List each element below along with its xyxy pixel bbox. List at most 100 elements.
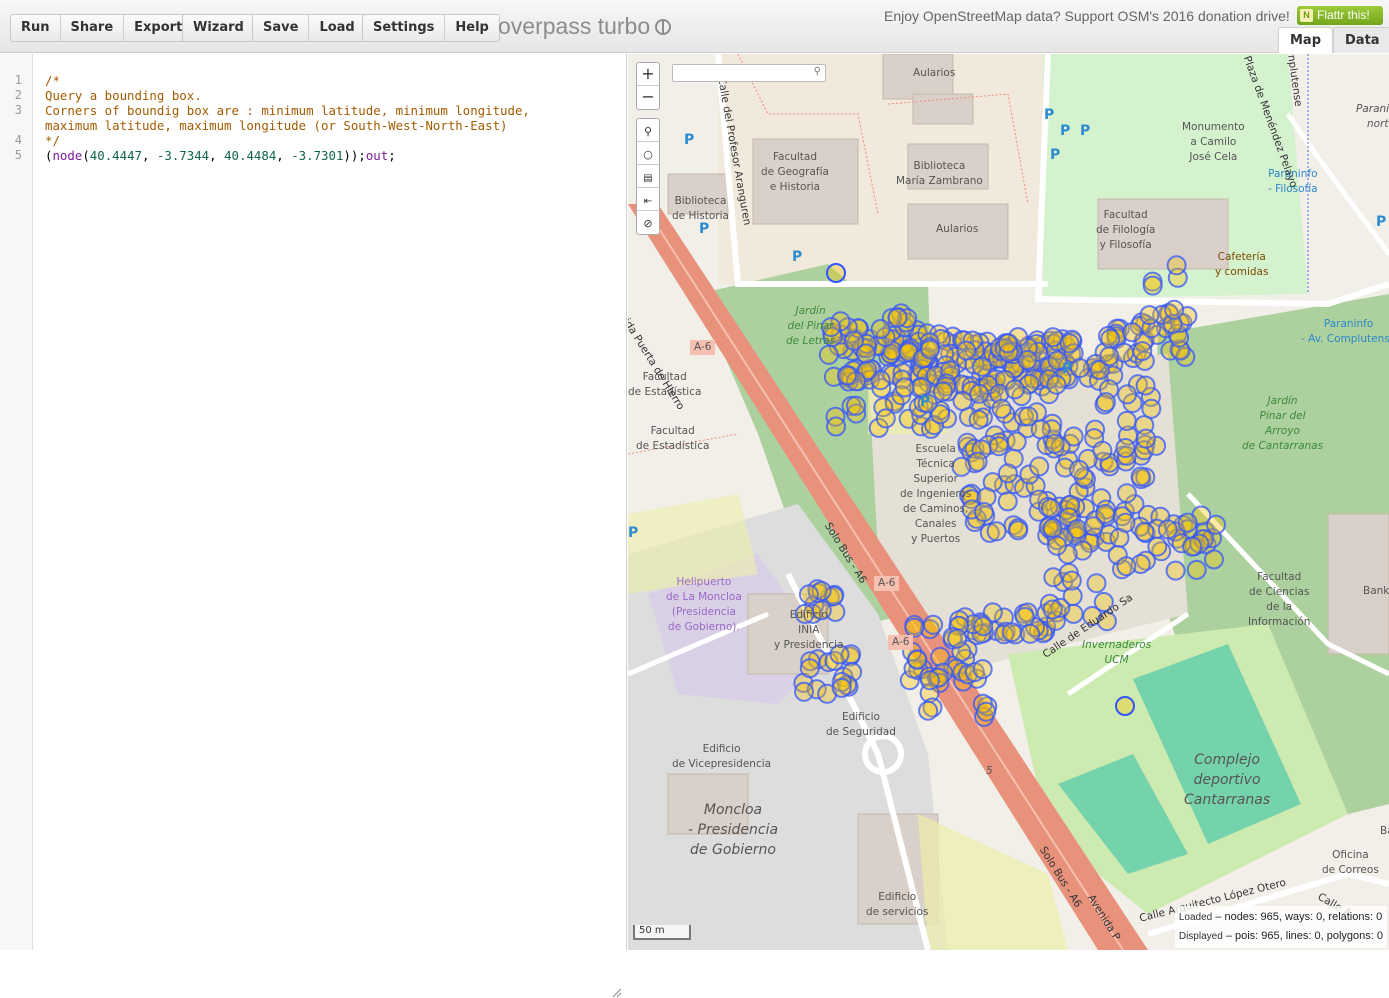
poi-marker[interactable]: [1061, 570, 1082, 591]
locate-button[interactable]: ○: [637, 142, 659, 165]
flattr-button[interactable]: N Flattr this!: [1297, 6, 1383, 25]
poi-marker[interactable]: [826, 263, 846, 283]
poi-marker[interactable]: [1059, 333, 1080, 354]
poi-marker[interactable]: [1122, 322, 1143, 343]
poi-marker[interactable]: [1182, 536, 1203, 557]
poi-marker[interactable]: [920, 339, 941, 360]
poi-marker[interactable]: [1165, 560, 1186, 581]
poi-marker[interactable]: [986, 521, 1007, 542]
poi-marker[interactable]: [972, 659, 993, 680]
clear-button[interactable]: ⊘: [637, 211, 659, 234]
poi-marker[interactable]: [1042, 599, 1063, 620]
poi-marker[interactable]: [855, 343, 876, 364]
poi-marker[interactable]: [991, 398, 1012, 419]
poi-marker[interactable]: [923, 614, 944, 635]
poi-marker[interactable]: [794, 681, 814, 702]
poi-marker[interactable]: [1115, 696, 1135, 716]
poi-marker[interactable]: [1020, 623, 1041, 644]
poi-marker[interactable]: [1115, 438, 1136, 458]
save-button[interactable]: Save: [253, 15, 310, 41]
toggle-layer-button[interactable]: ▤: [637, 165, 659, 188]
poi-marker[interactable]: [870, 319, 891, 339]
poi-marker[interactable]: [947, 628, 968, 649]
poi-marker[interactable]: [837, 365, 857, 386]
poi-marker[interactable]: [1092, 440, 1113, 461]
poi-marker[interactable]: [887, 307, 908, 328]
poi-marker[interactable]: [1204, 549, 1224, 570]
poi-marker[interactable]: [907, 649, 928, 670]
poi-marker[interactable]: [997, 491, 1018, 512]
poi-marker[interactable]: [1132, 341, 1153, 362]
poi-marker[interactable]: [1006, 431, 1027, 452]
poi-marker[interactable]: [1100, 328, 1121, 349]
poi-marker[interactable]: [976, 701, 997, 722]
map-search-input[interactable]: ⚲: [672, 64, 826, 82]
poi-marker[interactable]: [1069, 459, 1089, 480]
poi-marker[interactable]: [1177, 512, 1198, 533]
poi-marker[interactable]: [1141, 398, 1162, 419]
poi-marker[interactable]: [1004, 379, 1025, 400]
poi-marker[interactable]: [988, 436, 1009, 457]
poi-marker[interactable]: [1069, 358, 1090, 379]
poi-marker[interactable]: [1001, 622, 1022, 643]
donation-link[interactable]: Enjoy OpenStreetMap data? Support OSM's …: [884, 8, 1290, 24]
poi-marker[interactable]: [997, 463, 1018, 484]
poi-marker[interactable]: [952, 391, 973, 411]
poi-marker[interactable]: [969, 383, 990, 404]
poi-marker[interactable]: [798, 584, 819, 605]
poi-marker[interactable]: [1030, 419, 1051, 440]
poi-marker[interactable]: [826, 416, 846, 437]
poi-marker[interactable]: [919, 670, 940, 691]
poi-marker[interactable]: [1063, 426, 1084, 447]
poi-marker[interactable]: [1134, 521, 1155, 542]
poi-marker[interactable]: [1135, 375, 1156, 396]
poi-marker[interactable]: [1157, 519, 1178, 540]
resize-handle-icon[interactable]: [612, 988, 622, 998]
tab-map[interactable]: Map: [1278, 27, 1334, 53]
poi-marker[interactable]: [1083, 516, 1104, 537]
poi-marker[interactable]: [1008, 520, 1029, 541]
poi-marker[interactable]: [1014, 607, 1035, 627]
poi-marker[interactable]: [1142, 275, 1163, 296]
poi-marker[interactable]: [1166, 255, 1187, 276]
poi-marker[interactable]: [1186, 559, 1207, 580]
poi-marker[interactable]: [1116, 556, 1137, 577]
poi-marker[interactable]: [1115, 512, 1136, 533]
poi-marker[interactable]: [1099, 346, 1120, 367]
zoom-to-data-button[interactable]: ⚲: [637, 119, 659, 142]
poi-marker[interactable]: [1029, 456, 1050, 477]
poi-marker[interactable]: [918, 700, 939, 721]
poi-marker[interactable]: [1136, 428, 1156, 449]
poi-marker[interactable]: [1043, 327, 1063, 348]
poi-marker[interactable]: [1047, 535, 1067, 556]
map-view[interactable]: Aularios Aularios Facultad de Geografía e …: [628, 54, 1389, 950]
fullscreen-button[interactable]: ⇤: [637, 188, 659, 211]
poi-marker[interactable]: [799, 658, 820, 679]
poi-marker[interactable]: [973, 616, 994, 637]
query-editor[interactable]: 1 2 3 4 5 /* Query a bounding box. Corne…: [0, 54, 627, 998]
load-button[interactable]: Load: [309, 15, 364, 41]
poi-marker[interactable]: [831, 677, 852, 698]
poi-marker[interactable]: [1044, 433, 1065, 454]
zoom-out-button[interactable]: −: [637, 86, 659, 109]
poi-marker[interactable]: [968, 409, 989, 430]
poi-marker[interactable]: [1067, 519, 1088, 540]
poi-marker[interactable]: [973, 502, 994, 522]
poi-marker[interactable]: [997, 333, 1018, 354]
share-button[interactable]: Share: [61, 15, 125, 41]
poi-marker[interactable]: [1041, 498, 1061, 519]
poi-marker[interactable]: [1117, 384, 1138, 405]
settings-button[interactable]: Settings: [363, 15, 446, 41]
poi-marker[interactable]: [1130, 466, 1151, 487]
tab-data[interactable]: Data: [1333, 27, 1389, 53]
poi-marker[interactable]: [846, 395, 866, 416]
poi-marker[interactable]: [1086, 573, 1107, 594]
poi-marker[interactable]: [1116, 483, 1137, 504]
poi-marker[interactable]: [1147, 536, 1168, 557]
poi-marker[interactable]: [1164, 299, 1185, 320]
help-button[interactable]: Help: [445, 15, 498, 41]
run-button[interactable]: Run: [11, 15, 61, 41]
poi-marker[interactable]: [1095, 392, 1116, 413]
poi-marker[interactable]: [875, 408, 896, 429]
wizard-button[interactable]: Wizard: [183, 15, 254, 41]
